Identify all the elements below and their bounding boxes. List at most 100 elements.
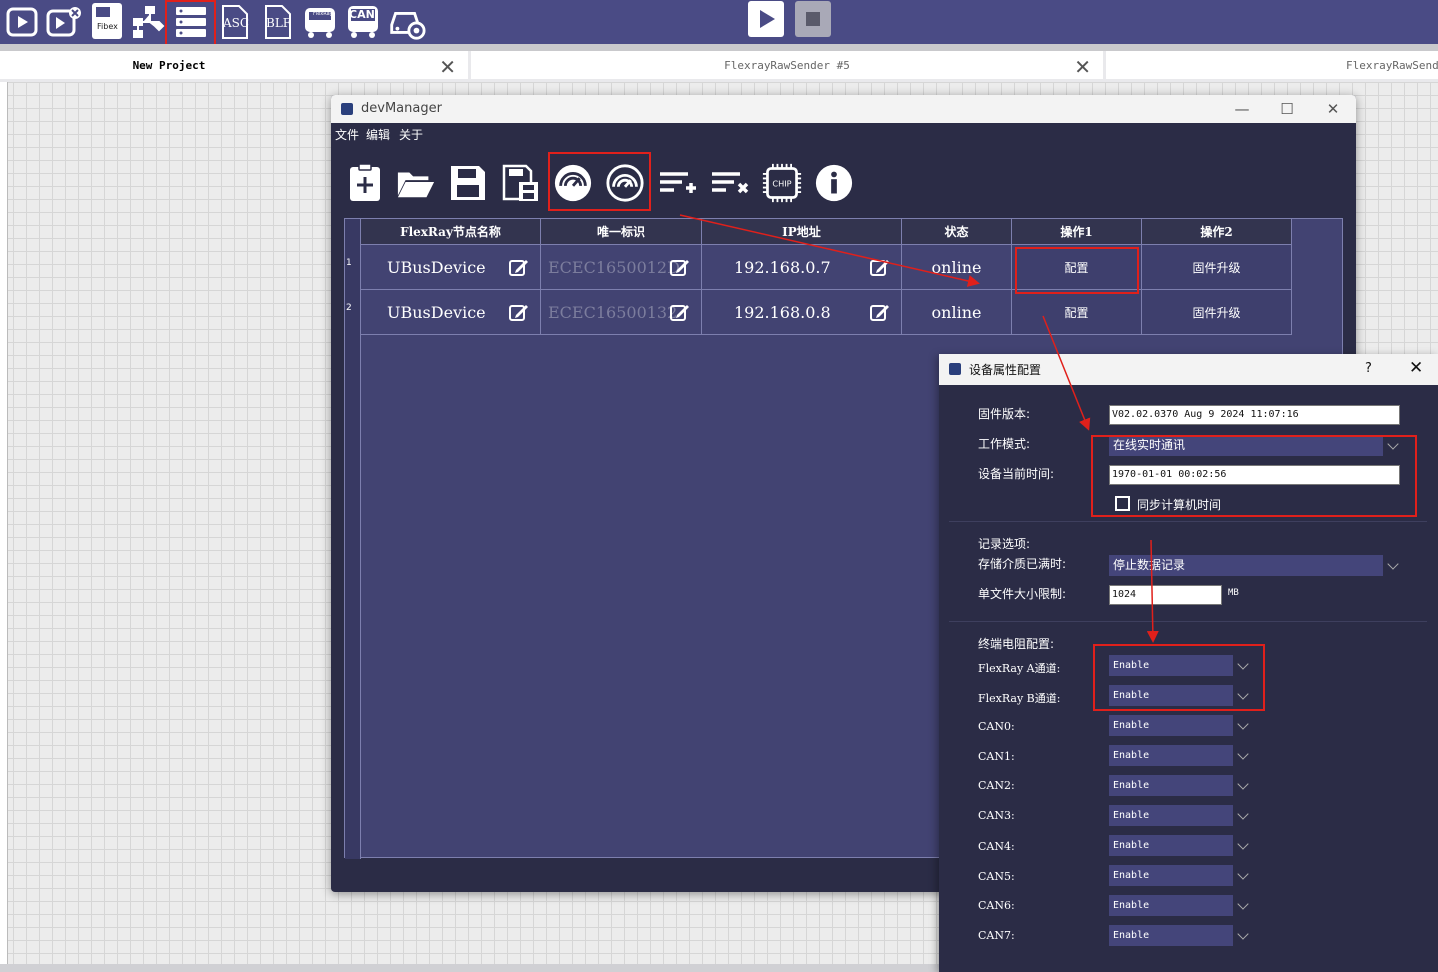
flowchart-icon[interactable] [128,2,168,42]
col-header-op2[interactable]: 操作2 [1142,219,1292,245]
channel-label: CAN1: [978,750,1015,763]
config-button[interactable]: 配置 [1012,290,1142,335]
chip-icon[interactable]: CHIP [762,161,802,205]
chevron-down-icon [1237,838,1249,850]
edit-icon[interactable] [508,302,530,326]
save-as-icon[interactable] [501,161,541,205]
firmware-upgrade-button[interactable]: 固件升级 [1142,290,1292,335]
menu-file[interactable]: 文件 [335,126,359,143]
save-icon[interactable] [448,161,488,205]
file-size-unit: MB [1228,588,1239,598]
menu-about[interactable]: 关于 [399,126,423,143]
col-header-status[interactable]: 状态 [902,219,1012,245]
remove-list-icon[interactable] [710,161,750,205]
channel-select[interactable]: Enable [1109,745,1249,766]
close-icon[interactable]: ✕ [1409,358,1423,378]
device-time-label: 设备当前时间: [978,467,1055,481]
cell-node-name[interactable]: UBusDevice [361,245,541,290]
edit-icon[interactable] [669,302,691,326]
storage-full-label: 存储介质已满时: [978,557,1067,571]
close-icon[interactable]: ✕ [1321,99,1345,119]
cell-uid[interactable]: ECEC1650012D [541,245,702,290]
cell-status: online [902,245,1012,290]
col-header-ip[interactable]: IP地址 [702,219,902,245]
chevron-down-icon [1237,898,1249,910]
minimize-icon[interactable]: — [1230,99,1254,119]
edit-icon[interactable] [869,257,891,281]
menu-edit[interactable]: 编辑 [366,126,390,143]
canvas-left-panel [0,82,8,968]
close-icon[interactable]: ✕ [439,55,456,79]
dialog-title: 设备属性配置 [969,363,1042,377]
cell-ip[interactable]: 192.168.0.8 [702,290,902,335]
stop-button[interactable] [795,1,831,37]
row-number: 2 [346,303,352,313]
tab-flexray-raw-sender[interactable]: FlexrayRawSende [1106,51,1438,79]
channel-label: CAN0: [978,720,1015,733]
device-manager-highlight [165,0,216,48]
toolbar-separator [0,44,1438,51]
row-number: 1 [346,258,352,268]
flexray-channel-highlight [1093,644,1265,711]
channel-label: FlexRay B通道: [978,692,1061,705]
chevron-down-icon [1237,868,1249,880]
chip-label: CHIP [772,179,791,189]
info-icon[interactable] [814,161,854,205]
edit-icon[interactable] [508,257,530,281]
car-settings-icon[interactable] [386,2,426,42]
channel-select[interactable]: Enable [1109,895,1249,916]
channel-label: CAN6: [978,899,1015,912]
section-divider [949,521,1427,522]
channel-select[interactable]: Enable [1109,925,1249,946]
col-header-uid[interactable]: 唯一标识 [541,219,702,245]
maximize-icon[interactable]: ☐ [1275,99,1299,119]
close-icon[interactable]: ✕ [1074,55,1091,79]
section-divider [949,621,1427,622]
new-file-icon[interactable] [345,161,385,205]
firmware-upgrade-button[interactable]: 固件升级 [1142,245,1292,290]
config-button-highlight [1015,247,1139,294]
device-tools-highlight [548,152,651,211]
channel-label: CAN7: [978,929,1015,942]
cell-node-name[interactable]: UBusDevice [361,290,541,335]
file-size-field[interactable]: 1024 [1109,585,1222,605]
channel-select[interactable]: Enable [1109,835,1249,856]
help-button[interactable]: ? [1365,361,1372,376]
channel-select[interactable]: Enable [1109,805,1249,826]
firmware-version-field: V02.02.0370 Aug 9 2024 11:07:16 [1109,405,1400,425]
col-header-node-name[interactable]: FlexRay节点名称 [361,219,541,245]
flexray-bus-icon[interactable]: FlexRay [300,2,340,42]
col-header-op1[interactable]: 操作1 [1012,219,1142,245]
app-icon [949,363,961,375]
channel-select[interactable]: Enable [1109,775,1249,796]
channel-label: CAN4: [978,840,1015,853]
workmode-label: 工作模式: [978,437,1031,451]
add-list-icon[interactable] [658,161,698,205]
menu-bar: 文件 编辑 关于 [331,123,1356,145]
edit-icon[interactable] [869,302,891,326]
chevron-down-icon [1237,778,1249,790]
asc-file-icon[interactable]: ASC [214,2,254,42]
channel-select[interactable]: Enable [1109,715,1249,736]
file-size-label: 单文件大小限制: [978,587,1067,601]
fibex-icon[interactable]: Fibex [87,0,127,42]
storage-full-select[interactable]: 停止数据记录 [1109,555,1399,576]
chevron-down-icon [1237,928,1249,940]
config-dialog-titlebar[interactable]: 设备属性配置 ? ✕ [939,354,1438,385]
firmware-label: 固件版本: [978,407,1031,421]
device-config-dialog: 设备属性配置 ? ✕ 固件版本: V02.02.0370 Aug 9 2024 … [939,354,1438,972]
open-folder-icon[interactable] [396,161,436,205]
chevron-down-icon [1237,748,1249,760]
run-button[interactable] [748,1,784,37]
stop-panel-icon[interactable] [44,2,84,42]
tab-flexray-raw-sender-5[interactable]: FlexrayRawSender #5 ✕ [471,51,1103,79]
can-bus-icon[interactable]: CAN [343,2,383,42]
cell-uid[interactable]: ECEC16500132 [541,290,702,335]
cell-ip[interactable]: 192.168.0.7 [702,245,902,290]
blf-file-icon[interactable]: BLF [257,2,297,42]
tab-new-project[interactable]: New Project ✕ [0,51,468,79]
play-panel-icon[interactable] [2,2,42,42]
edit-icon[interactable] [669,257,691,281]
devmanager-titlebar[interactable]: devManager — ☐ ✕ [331,95,1356,123]
channel-select[interactable]: Enable [1109,865,1249,886]
